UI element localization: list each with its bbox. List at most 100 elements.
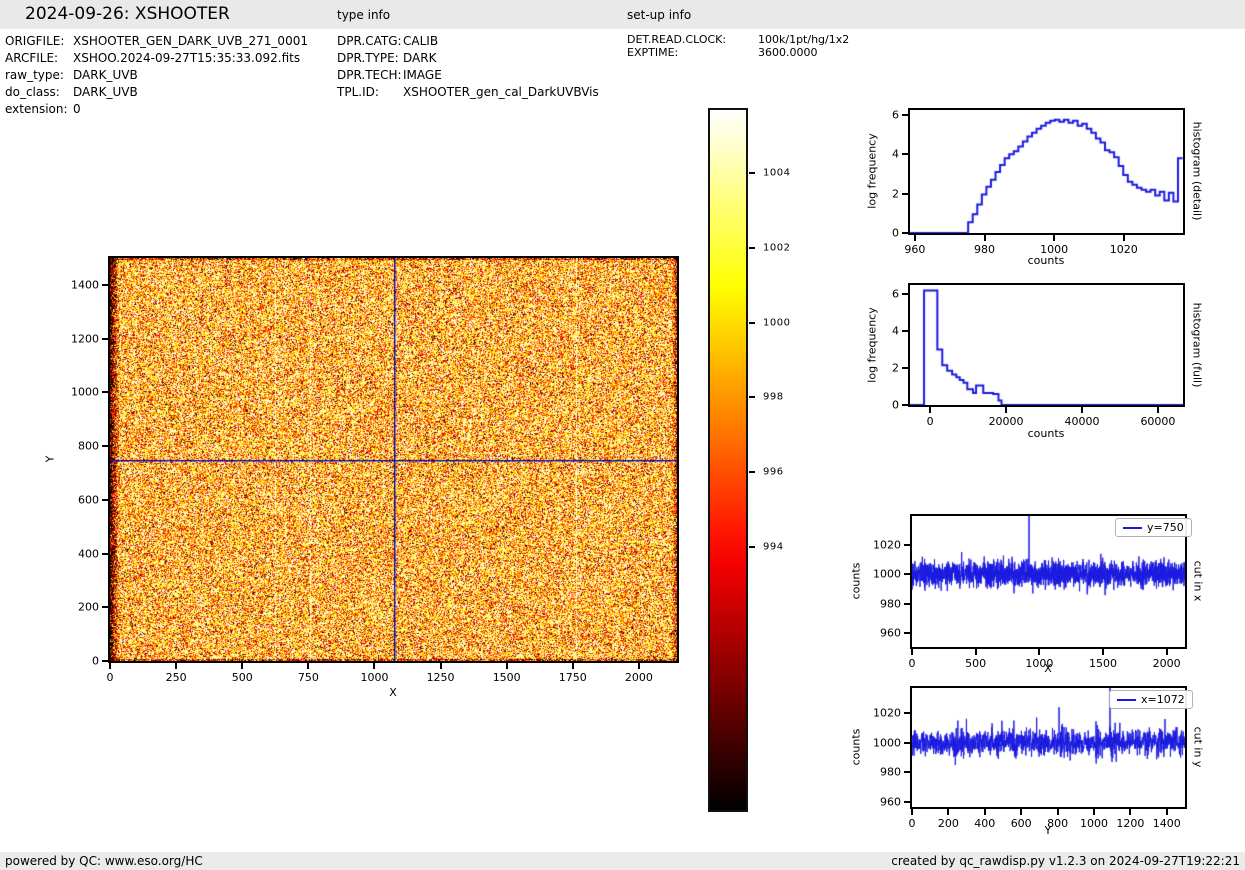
tick-mark <box>749 246 755 249</box>
tick-label: 1200 <box>71 332 99 346</box>
setup-info-heading: set-up info <box>627 8 692 22</box>
tick-mark <box>1129 809 1132 815</box>
cut-in-y-y-label: counts <box>849 728 863 766</box>
meta-row: ARCFILE: XSHOO.2024-09-27T15:35:33.092.fi… <box>5 50 308 67</box>
tick-mark <box>307 663 310 669</box>
tick-mark <box>929 407 932 413</box>
tick-mark <box>749 545 755 548</box>
tick-mark <box>902 192 908 195</box>
meta-label: extension: <box>5 102 68 116</box>
tick-mark <box>902 330 908 333</box>
tick-label: 1400 <box>1152 817 1181 830</box>
meta-label: ARCFILE: <box>5 51 59 65</box>
tick-mark <box>1053 235 1056 241</box>
main-x-axis-label: X <box>389 686 397 699</box>
meta-label: DPR.TECH: <box>337 68 402 82</box>
cut-in-y-legend: x=1072 <box>1109 690 1193 709</box>
main-y-axis-label: Y <box>43 455 57 463</box>
tick-label: 0 <box>908 817 916 830</box>
tick-mark <box>911 649 913 655</box>
tick-mark <box>102 337 108 340</box>
tick-mark <box>904 602 910 605</box>
tick-label: 1020 <box>873 706 901 720</box>
tick-label: 1000 <box>360 671 389 684</box>
footer-bar: powered by QC: www.eso.org/HC created by… <box>0 852 1245 870</box>
tick-label: 1000 <box>1040 243 1069 256</box>
tick-mark <box>102 391 108 394</box>
tick-mark <box>983 235 986 241</box>
tick-mark <box>1165 649 1168 655</box>
tick-mark <box>102 606 108 609</box>
tick-label: 1002 <box>763 242 791 254</box>
tick-label: 1000 <box>873 736 901 750</box>
meta-row: do_class: DARK_UVB <box>5 84 308 101</box>
meta-value: DARK_UVB <box>73 68 138 82</box>
tick-label: 0 <box>926 415 934 428</box>
tick-mark <box>749 171 755 174</box>
tick-mark <box>902 404 908 406</box>
tick-mark <box>1101 649 1104 655</box>
tick-mark <box>1156 407 1159 413</box>
meta-label: EXPTIME: <box>627 46 679 59</box>
tick-mark <box>571 663 574 669</box>
meta-label: TPL.ID: <box>337 85 379 99</box>
tick-mark <box>974 649 977 655</box>
tick-label: 1750 <box>558 671 587 684</box>
tick-mark <box>1093 809 1095 815</box>
tick-mark <box>1020 809 1023 815</box>
tick-mark <box>749 321 755 324</box>
tick-label: 1020 <box>1109 243 1138 256</box>
tick-label: 2 <box>892 361 899 375</box>
tick-mark <box>749 471 755 474</box>
dark-frame-heatmap <box>110 258 677 661</box>
tick-label: 40000 <box>1064 415 1100 428</box>
tick-label: 960 <box>880 626 901 640</box>
tick-label: 2000 <box>1152 657 1181 670</box>
tick-mark <box>902 153 908 156</box>
tick-label: 1400 <box>71 278 99 292</box>
tick-label: 750 <box>297 671 319 684</box>
tick-label: 0 <box>892 226 899 240</box>
tick-label: 1500 <box>1088 657 1117 670</box>
meta-row: ORIGFILE: XSHOOTER_GEN_DARK_UVB_271_0001 <box>5 33 308 50</box>
tick-mark <box>983 809 986 815</box>
tick-mark <box>241 663 244 669</box>
file-info-block: ORIGFILE: XSHOOTER_GEN_DARK_UVB_271_0001 … <box>5 33 308 118</box>
tick-mark <box>109 663 111 669</box>
meta-label: DPR.TYPE: <box>337 51 399 65</box>
footer-left-text: powered by QC: www.eso.org/HC <box>5 854 203 868</box>
tick-label: 998 <box>763 391 784 403</box>
tick-label: 1020 <box>873 538 901 552</box>
tick-label: 980 <box>974 243 996 256</box>
tick-label: 0 <box>92 654 99 668</box>
tick-label: 6 <box>892 287 899 301</box>
histogram-full-y-label: log frequency <box>865 307 879 383</box>
tick-label: 250 <box>165 671 187 684</box>
tick-label: 400 <box>78 547 99 561</box>
meta-label: DET.READ.CLOCK: <box>627 33 727 46</box>
legend-line-swatch <box>1123 526 1142 529</box>
cut-in-x-side-label: cut in x <box>1191 560 1205 602</box>
tick-label: 0 <box>892 398 899 412</box>
footer-right-text: created by qc_rawdisp.py v1.2.3 on 2024-… <box>891 854 1240 868</box>
tick-mark <box>904 741 910 744</box>
legend-line-swatch <box>1117 698 1136 701</box>
tick-label: 1004 <box>763 167 791 179</box>
qc-report-page: 2024-09-26: XSHOOTER type info set-up in… <box>0 0 1245 870</box>
tick-mark <box>902 293 908 296</box>
meta-row: EXPTIME: 3600.0000 <box>627 46 849 59</box>
meta-label: raw_type: <box>5 68 64 82</box>
tick-label: 600 <box>78 493 99 507</box>
type-info-heading: type info <box>337 8 391 22</box>
tick-label: 1500 <box>492 671 521 684</box>
tick-mark <box>904 712 910 715</box>
meta-value: CALIB <box>403 34 439 48</box>
meta-row: DET.READ.CLOCK: 100k/1pt/hg/1x2 <box>627 33 849 46</box>
tick-mark <box>1122 235 1125 241</box>
meta-row: DPR.CATG: CALIB <box>337 33 599 50</box>
tick-mark <box>637 663 640 669</box>
tick-label: 20000 <box>988 415 1024 428</box>
tick-mark <box>1038 649 1041 655</box>
meta-value: DARK <box>403 51 437 65</box>
meta-value: 0 <box>73 102 81 116</box>
